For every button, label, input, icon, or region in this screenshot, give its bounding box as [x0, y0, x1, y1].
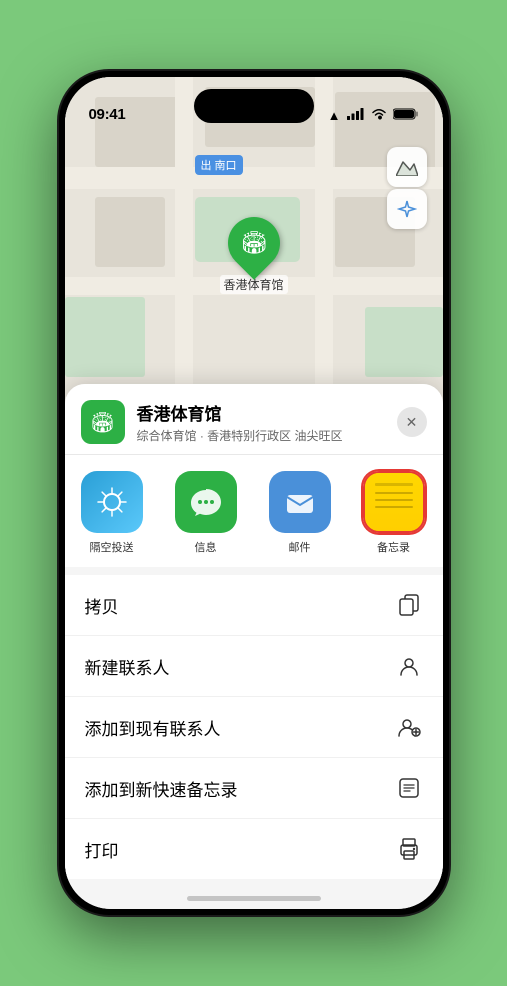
bottom-sheet: 🏟 香港体育馆 综合体育馆 · 香港特别行政区 油尖旺区 ✕ [65, 384, 443, 909]
share-airdrop[interactable]: 隔空投送 [65, 471, 159, 555]
action-list: 拷贝 新建联系人 [65, 575, 443, 879]
map-type-button[interactable] [387, 147, 427, 187]
print-icon [395, 835, 423, 863]
action-new-contact-label: 新建联系人 [85, 654, 170, 679]
new-contact-icon [395, 652, 423, 680]
map-exit-label: 出 南口 [195, 155, 243, 175]
action-print[interactable]: 打印 [65, 819, 443, 879]
action-print-label: 打印 [85, 837, 119, 862]
copy-icon [395, 591, 423, 619]
messages-label: 信息 [195, 539, 217, 555]
signal-icon [347, 108, 365, 123]
home-indicator [187, 896, 321, 901]
share-messages[interactable]: 信息 [159, 471, 253, 555]
share-row: 隔空投送 信息 [65, 455, 443, 575]
phone-screen: 09:41 ▲ [65, 77, 443, 909]
venue-logo: 🏟 [81, 400, 125, 444]
notes-icon [363, 471, 425, 533]
phone-frame: 09:41 ▲ [59, 71, 449, 915]
share-notes[interactable]: 备忘录 [347, 471, 441, 555]
map-controls [387, 147, 427, 229]
venue-info: 香港体育馆 综合体育馆 · 香港特别行政区 油尖旺区 [137, 400, 385, 444]
status-time: 09:41 [89, 106, 126, 123]
action-add-existing-label: 添加到现有联系人 [85, 715, 221, 740]
map-marker[interactable]: 🏟 香港体育馆 [220, 217, 288, 294]
wifi-icon [371, 108, 387, 123]
dynamic-island [194, 89, 314, 123]
sheet-header: 🏟 香港体育馆 综合体育馆 · 香港特别行政区 油尖旺区 ✕ [65, 384, 443, 455]
action-add-existing[interactable]: 添加到现有联系人 [65, 697, 443, 758]
venue-title: 香港体育馆 [137, 400, 385, 425]
battery-icon [393, 108, 419, 123]
action-copy-label: 拷贝 [85, 593, 119, 618]
close-button[interactable]: ✕ [397, 407, 427, 437]
location-icon: ▲ [328, 108, 341, 123]
marker-pin-icon: 🏟 [240, 230, 268, 256]
location-button[interactable] [387, 189, 427, 229]
action-new-contact[interactable]: 新建联系人 [65, 636, 443, 697]
add-notes-icon [395, 774, 423, 802]
add-existing-icon [395, 713, 423, 741]
messages-icon [175, 471, 237, 533]
action-add-notes[interactable]: 添加到新快速备忘录 [65, 758, 443, 819]
airdrop-label: 隔空投送 [90, 539, 134, 555]
share-mail[interactable]: 邮件 [253, 471, 347, 555]
status-icons: ▲ [328, 108, 419, 123]
exit-name: 南口 [215, 157, 237, 173]
mail-icon [269, 471, 331, 533]
exit-prefix: 出 [201, 157, 212, 173]
airdrop-icon [81, 471, 143, 533]
marker-pin: 🏟 [217, 206, 291, 280]
share-more[interactable]: 推 [441, 471, 443, 555]
action-add-notes-label: 添加到新快速备忘录 [85, 776, 238, 801]
venue-subtitle: 综合体育馆 · 香港特别行政区 油尖旺区 [137, 427, 385, 444]
action-copy[interactable]: 拷贝 [65, 575, 443, 636]
notes-label: 备忘录 [377, 539, 410, 555]
mail-label: 邮件 [289, 539, 311, 555]
